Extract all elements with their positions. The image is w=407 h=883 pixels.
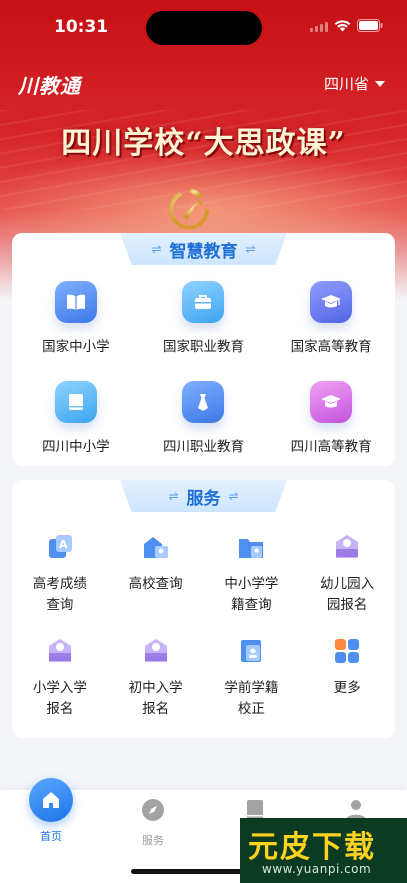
status-icons	[310, 19, 383, 32]
service-kindergarten-enroll[interactable]: 幼儿园入 园报名	[299, 532, 395, 616]
service-label: 更多	[333, 680, 361, 696]
smart-education-title: 智慧教育	[169, 241, 238, 262]
smart-item-sichuan-higher[interactable]: 四川高等教育	[267, 381, 395, 455]
service-student-record-query[interactable]: 中小学学 籍查询	[204, 532, 300, 616]
app-logo: 川教通	[18, 74, 81, 98]
services-card: ⇌ 服务 ⇌ A 高考成绩 查询 高校查询 中小学学 籍查询 幼儿园入 园报名 …	[12, 480, 395, 738]
service-primary-enroll[interactable]: 小学入学 报名	[12, 636, 108, 720]
decoration-icon: ⇌	[168, 489, 179, 503]
province-label: 四川省	[323, 75, 369, 93]
tab-service-label: 服务	[142, 834, 164, 847]
smart-item-sichuan-vocational[interactable]: 四川职业教育	[140, 381, 268, 455]
item-label: 四川中小学	[42, 439, 110, 455]
service-label: 高考成绩 查询	[32, 576, 87, 613]
service-label: 小学入学 报名	[32, 680, 87, 717]
item-label: 四川职业教育	[162, 439, 244, 455]
tab-home[interactable]: 首页	[1, 778, 101, 844]
university-icon	[141, 532, 171, 562]
compass-icon	[141, 798, 165, 826]
services-grid: A 高考成绩 查询 高校查询 中小学学 籍查询 幼儿园入 园报名 小学入学 报名…	[12, 532, 395, 720]
item-label: 国家高等教育	[290, 339, 372, 355]
item-label: 国家职业教育	[162, 339, 244, 355]
item-label: 国家中小学	[42, 339, 110, 355]
service-label: 初中入学 报名	[128, 680, 183, 717]
watermark-url: www.yuanpi.com	[262, 862, 372, 876]
exam-score-icon: A	[45, 532, 75, 562]
service-junior-enroll[interactable]: 初中入学 报名	[108, 636, 204, 720]
notebook-icon	[54, 381, 97, 423]
service-label: 幼儿园入 园报名	[320, 576, 375, 613]
service-exam-score[interactable]: A 高考成绩 查询	[12, 532, 108, 616]
smart-item-national-vocational[interactable]: 国家职业教育	[140, 281, 268, 355]
primary-enroll-icon	[45, 636, 75, 666]
kindergarten-enroll-icon	[332, 532, 362, 562]
smart-item-sichuan-k12[interactable]: 四川中小学	[12, 381, 140, 455]
mortarboard-icon	[310, 381, 353, 423]
battery-icon	[357, 19, 383, 32]
service-preschool-record[interactable]: 学前学籍 校正	[204, 636, 300, 720]
more-grid-icon	[332, 636, 362, 666]
tab-service[interactable]: 服务	[103, 798, 203, 848]
dynamic-island	[146, 11, 262, 45]
signal-icon	[310, 20, 328, 32]
preschool-record-icon	[236, 636, 266, 666]
service-university-query[interactable]: 高校查询	[108, 532, 204, 616]
item-label: 四川高等教育	[290, 439, 372, 455]
status-time: 10:31	[54, 17, 109, 37]
wifi-icon	[334, 19, 351, 32]
book-icon	[54, 281, 97, 323]
smart-education-grid: 国家中小学 国家职业教育 国家高等教育 四川中小学 四川职业教育 四川高等教育	[12, 281, 395, 455]
party-emblem-icon	[165, 180, 217, 232]
home-icon	[29, 778, 73, 822]
tie-icon	[182, 381, 225, 423]
status-bar: 10:31	[0, 0, 407, 56]
decoration-icon: ⇌	[228, 489, 239, 503]
watermark-logo: 元皮下载 www.yuanpi.com	[240, 818, 407, 883]
junior-enroll-icon	[141, 636, 171, 666]
graduation-cap-icon	[310, 281, 353, 323]
smart-education-card: ⇌ 智慧教育 ⇌ 国家中小学 国家职业教育 国家高等教育 四川中小学 四川职业教…	[12, 233, 395, 466]
services-title: 服务	[186, 488, 221, 509]
service-label: 中小学学 籍查询	[224, 576, 279, 613]
svg-text:A: A	[59, 538, 68, 551]
service-label: 高校查询	[128, 576, 183, 592]
banner-title[interactable]: 四川学校“大思政课”	[0, 118, 407, 162]
decoration-icon: ⇌	[151, 242, 162, 256]
service-label: 学前学籍 校正	[224, 680, 279, 717]
smart-item-national-higher[interactable]: 国家高等教育	[267, 281, 395, 355]
smart-education-header: ⇌ 智慧教育 ⇌	[120, 233, 287, 265]
smart-item-national-k12[interactable]: 国家中小学	[12, 281, 140, 355]
province-selector[interactable]: 四川省	[324, 73, 385, 94]
tab-home-label: 首页	[40, 830, 62, 843]
decoration-icon: ⇌	[245, 242, 256, 256]
services-header: ⇌ 服务 ⇌	[120, 480, 287, 512]
watermark-text: 元皮下载	[248, 830, 376, 865]
student-record-folder-icon	[236, 532, 266, 562]
chevron-down-icon	[375, 80, 385, 87]
briefcase-icon	[182, 281, 225, 323]
service-more[interactable]: 更多	[299, 636, 395, 720]
